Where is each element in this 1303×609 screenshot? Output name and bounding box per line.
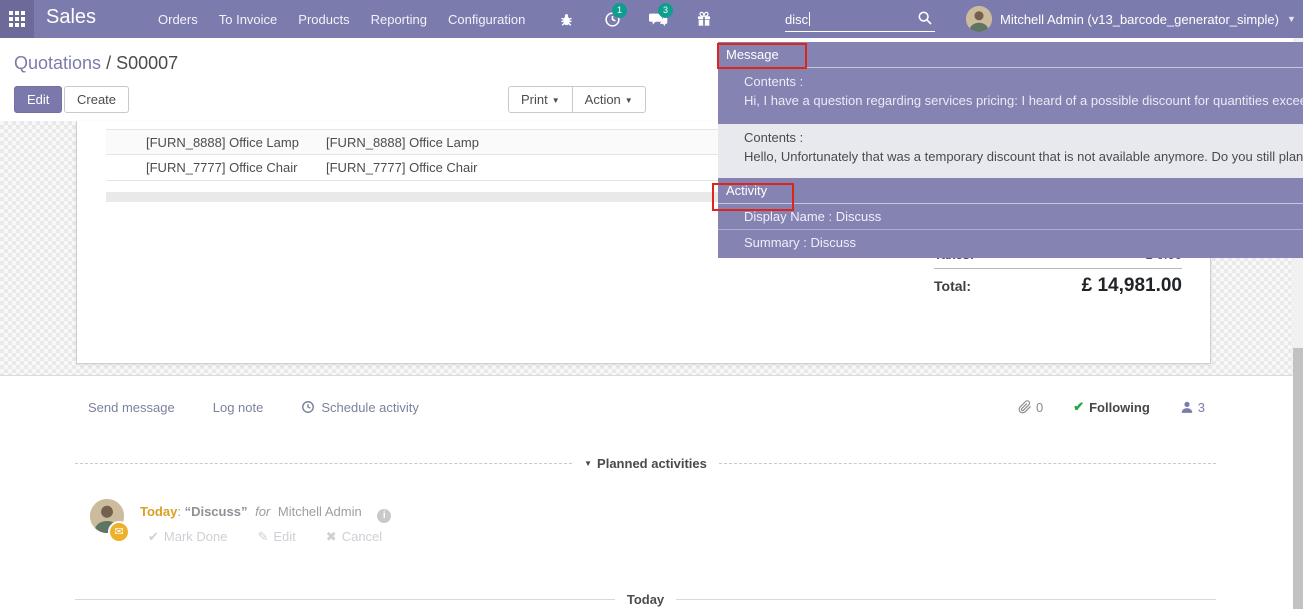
debug-bug-icon[interactable] [556,9,576,29]
activity-due-date: Today [140,504,177,519]
edit-button[interactable]: Edit [14,86,62,113]
search-section-activity: Activity [718,178,1303,204]
search-result-activity-1[interactable]: Display Name : Discuss [718,204,1303,230]
search-icon[interactable] [917,10,933,26]
divider-line [75,463,572,464]
create-button[interactable]: Create [64,86,129,113]
chevron-down-icon: ▼ [1287,14,1296,24]
bug-icon [559,12,574,27]
chevron-down-icon: ▼ [625,96,633,105]
breadcrumb-quotations-link[interactable]: Quotations [14,53,101,73]
search-section-message: Message [718,42,1303,68]
info-icon[interactable]: i [377,509,391,523]
send-message-button[interactable]: Send message [88,400,175,415]
following-button[interactable]: ✔ Following [1073,399,1150,415]
divider-line [676,599,1216,600]
order-line-product[interactable]: [FURN_7777] Office Chair [106,155,326,180]
log-note-button[interactable]: Log note [213,400,264,415]
planned-activity-summary: Today: “Discuss” for Mitchell Admin i [140,504,391,523]
chatter: Send message Log note Schedule activity … [0,375,1303,609]
order-line-product[interactable]: [FURN_8888] Office Lamp [106,130,326,154]
total-value: £ 14,981.00 [1082,275,1182,297]
odoo-sales-screen: Sales Orders To Invoice Products Reporti… [0,0,1303,609]
today-divider-label: Today [627,592,664,607]
search-result-activity-2[interactable]: Summary : Discuss [718,230,1303,256]
menu-products[interactable]: Products [298,12,349,27]
total-label: Total: [934,278,971,294]
activity-assignee: Mitchell Admin [278,504,362,519]
schedule-activity-button[interactable]: Schedule activity [301,400,419,415]
activity-actions: ✔Mark Done ✎Edit ✖Cancel [148,529,382,545]
person-icon [1180,400,1194,414]
envelope-icon: ✉ [114,526,123,538]
print-dropdown-button[interactable]: Print▼ [508,86,573,113]
search-input[interactable]: disc [785,7,935,32]
menu-to-invoice[interactable]: To Invoice [219,12,278,27]
cross-icon: ✖ [326,529,337,544]
pencil-icon: ✎ [257,529,268,544]
activity-count-badge: 1 [612,3,627,18]
result-field-label: Contents : [744,130,1303,145]
result-text: Hi, I have a question regarding services… [744,93,1303,108]
user-avatar [966,6,992,32]
apps-menu-button[interactable] [0,0,34,38]
total-line: Total: £ 14,981.00 [934,268,1182,299]
activities-systray-button[interactable]: 1 [602,9,622,29]
gift-icon [696,11,712,27]
result-field-label: Contents : [744,74,1303,89]
chatter-toolbar: Send message Log note Schedule activity … [88,399,1205,415]
check-icon: ✔ [1073,399,1084,415]
menu-configuration[interactable]: Configuration [448,12,525,27]
app-name[interactable]: Sales [46,6,96,29]
activity-for-word: for [255,504,270,519]
breadcrumb-separator: / [101,53,116,73]
breadcrumb-current: S00007 [116,53,178,73]
planned-activities-toggle[interactable]: ▼Planned activities [584,456,707,471]
message-count-badge: 3 [658,3,673,18]
user-name: Mitchell Admin (v13_barcode_generator_si… [1000,12,1279,27]
divider-line [719,463,1216,464]
apps-grid-icon [9,11,25,27]
chevron-down-icon: ▼ [552,96,560,105]
print-action-group: Print▼ Action▼ [508,86,646,113]
systray-icons: 1 3 [556,0,714,38]
follower-count: 3 [1198,400,1205,415]
messages-systray-button[interactable]: 3 [648,9,668,29]
triangle-down-icon: ▼ [584,459,592,468]
followers-button[interactable]: 3 [1180,400,1205,415]
scrollbar-thumb[interactable] [1293,348,1303,609]
top-navbar: Sales Orders To Invoice Products Reporti… [0,0,1303,38]
search-input-value: disc [785,12,808,27]
planned-activities-divider: ▼Planned activities [75,456,1216,471]
menu-orders[interactable]: Orders [158,12,198,27]
text-cursor [809,12,810,26]
edit-activity-button[interactable]: ✎Edit [257,529,295,545]
cancel-activity-button[interactable]: ✖Cancel [326,529,382,545]
check-icon: ✔ [148,529,159,544]
gift-systray-button[interactable] [694,9,714,29]
menu-reporting[interactable]: Reporting [371,12,427,27]
today-divider: Today [75,592,1216,607]
mark-done-button[interactable]: ✔Mark Done [148,529,227,545]
action-dropdown-button[interactable]: Action▼ [572,86,646,113]
attachment-count: 0 [1036,400,1043,415]
result-text: Hello, Unfortunately that was a temporar… [744,149,1303,164]
chatter-right-tools: 0 ✔ Following 3 [1018,399,1205,415]
attachments-button[interactable]: 0 [1018,400,1043,415]
nav-menu-bar: Orders To Invoice Products Reporting Con… [158,0,525,38]
breadcrumb: Quotations / S00007 [14,53,178,74]
paperclip-icon [1018,400,1032,414]
email-activity-badge: ✉ [108,521,130,543]
divider-line [75,599,615,600]
search-result-message-1[interactable]: Contents : Hi, I have a question regardi… [718,68,1303,124]
activity-name: “Discuss” [185,504,248,519]
search-autocomplete-dropdown: Message Contents : Hi, I have a question… [718,42,1303,258]
clock-icon [301,400,315,414]
user-menu[interactable]: Mitchell Admin (v13_barcode_generator_si… [966,0,1296,38]
search-result-message-2[interactable]: Contents : Hello, Unfortunately that was… [718,124,1303,178]
